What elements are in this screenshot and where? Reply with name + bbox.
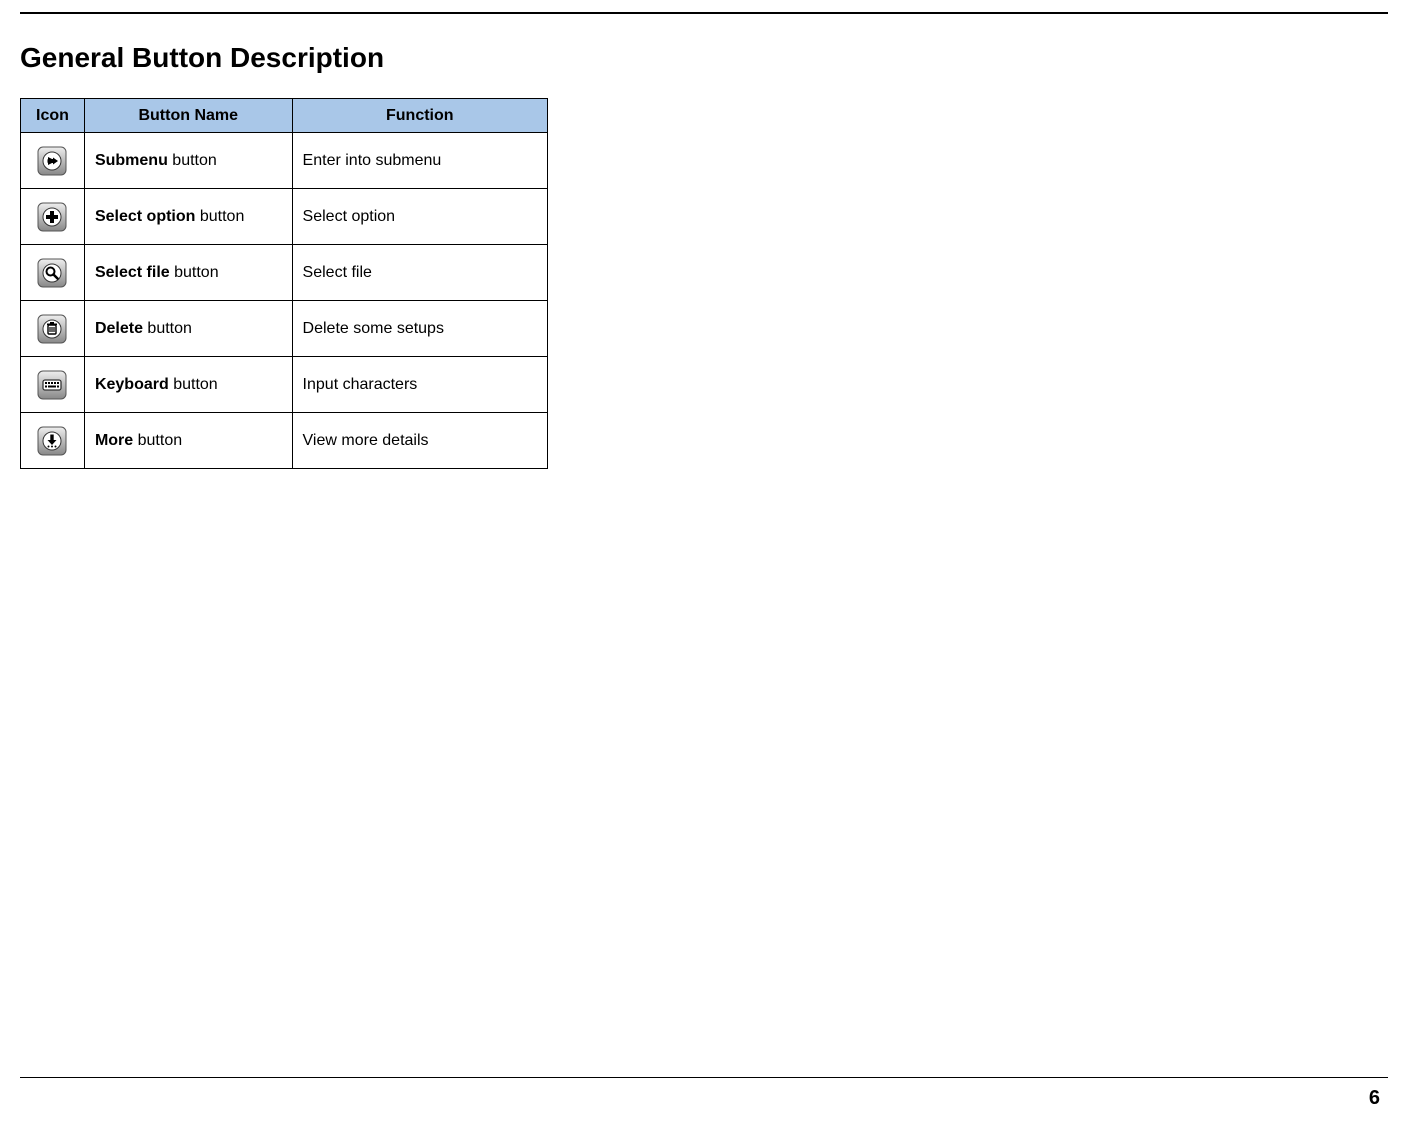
button-name-bold: Keyboard — [95, 376, 169, 393]
top-rule — [20, 12, 1388, 14]
header-icon: Icon — [21, 99, 85, 133]
name-cell: More button — [84, 413, 292, 469]
icon-cell — [21, 413, 85, 469]
bottom-rule — [20, 1077, 1388, 1078]
table-row: Delete button Delete some setups — [21, 301, 548, 357]
name-cell: Submenu button — [84, 133, 292, 189]
function-cell: View more details — [292, 413, 547, 469]
icon-cell — [21, 133, 85, 189]
button-name-rest: button — [168, 152, 217, 169]
table-row: Select option button Select option — [21, 189, 548, 245]
icon-cell — [21, 301, 85, 357]
button-name-bold: Submenu — [95, 152, 168, 169]
icon-cell — [21, 245, 85, 301]
table-header-row: Icon Button Name Function — [21, 99, 548, 133]
function-cell: Select option — [292, 189, 547, 245]
icon-cell — [21, 357, 85, 413]
button-name-rest: button — [169, 376, 218, 393]
header-function: Function — [292, 99, 547, 133]
trash-icon — [37, 314, 67, 344]
magnifier-icon — [37, 258, 67, 288]
button-name-bold: More — [95, 432, 133, 449]
function-cell: Enter into submenu — [292, 133, 547, 189]
name-cell: Keyboard button — [84, 357, 292, 413]
function-cell: Input characters — [292, 357, 547, 413]
page-content: General Button Description Icon Button N… — [0, 42, 1408, 469]
button-name-rest: button — [143, 320, 192, 337]
button-name-bold: Select file — [95, 264, 170, 281]
keyboard-icon — [37, 370, 67, 400]
name-cell: Delete button — [84, 301, 292, 357]
name-cell: Select file button — [84, 245, 292, 301]
button-name-rest: button — [133, 432, 182, 449]
button-name-bold: Select option — [95, 208, 195, 225]
button-name-bold: Delete — [95, 320, 143, 337]
icon-cell — [21, 189, 85, 245]
download-icon — [37, 426, 67, 456]
button-description-table: Icon Button Name Function — [20, 98, 548, 469]
table-row: Submenu button Enter into submenu — [21, 133, 548, 189]
table-row: Keyboard button Input characters — [21, 357, 548, 413]
page-title: General Button Description — [20, 42, 1388, 74]
header-name: Button Name — [84, 99, 292, 133]
button-name-rest: button — [195, 208, 244, 225]
table-row: More button View more details — [21, 413, 548, 469]
button-name-rest: button — [170, 264, 219, 281]
plus-icon — [37, 202, 67, 232]
page-number: 6 — [1369, 1087, 1380, 1110]
name-cell: Select option button — [84, 189, 292, 245]
function-cell: Delete some setups — [292, 301, 547, 357]
arrow-right-icon — [37, 146, 67, 176]
table-row: Select file button Select file — [21, 245, 548, 301]
function-cell: Select file — [292, 245, 547, 301]
